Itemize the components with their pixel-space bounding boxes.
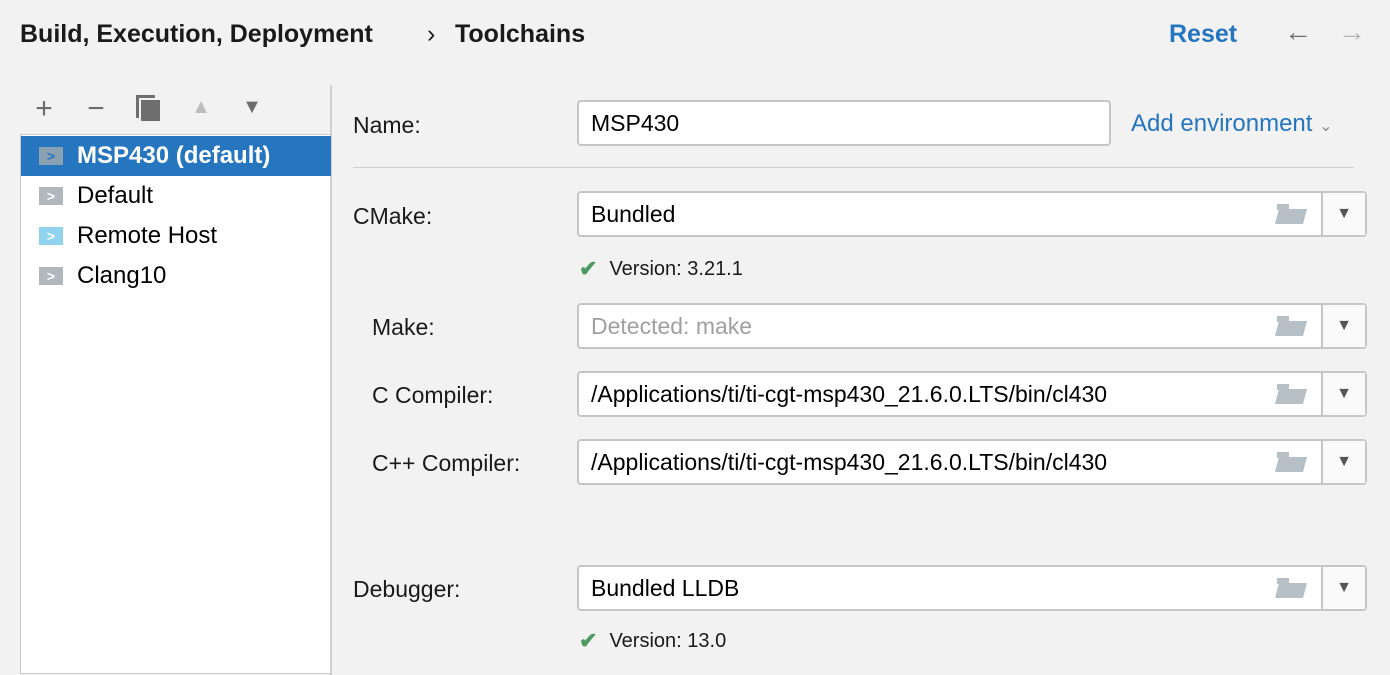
item-label: MSP430 (default) <box>77 142 270 170</box>
debugger-version-text: Version: 13.0 <box>609 630 726 653</box>
remove-icon[interactable]: − <box>79 92 113 126</box>
dropdown-arrow-icon[interactable]: ▼ <box>1321 193 1365 235</box>
debugger-label: Debugger: <box>353 576 460 603</box>
page-title: Toolchains <box>455 20 585 49</box>
move-down-icon[interactable]: ▼ <box>235 96 269 119</box>
toolchain-item-remote-host[interactable]: > Remote Host <box>21 216 331 256</box>
c-compiler-value: /Applications/ti/ti-cgt-msp430_21.6.0.LT… <box>579 381 1277 408</box>
cpp-compiler-value: /Applications/ti/ti-cgt-msp430_21.6.0.LT… <box>579 449 1277 476</box>
make-label: Make: <box>372 314 435 341</box>
dropdown-arrow-icon[interactable]: ▼ <box>1321 305 1365 347</box>
item-label: Clang10 <box>77 262 166 290</box>
cpp-compiler-label: C++ Compiler: <box>372 450 520 477</box>
item-label: Default <box>77 182 153 210</box>
dropdown-arrow-icon[interactable]: ▼ <box>1321 441 1365 483</box>
remote-host-icon: > <box>39 227 63 245</box>
make-field[interactable]: Detected: make ▼ <box>577 303 1367 349</box>
toolchain-icon: > <box>39 147 63 165</box>
dropdown-arrow-icon[interactable]: ▼ <box>1321 373 1365 415</box>
cmake-field[interactable]: Bundled ▼ <box>577 191 1367 237</box>
add-environment-label: Add environment <box>1131 110 1312 137</box>
reset-link[interactable]: Reset <box>1169 20 1237 49</box>
toolchain-item-default[interactable]: > Default <box>21 176 331 216</box>
cmake-version: ✔ Version: 3.21.1 <box>579 256 743 282</box>
dropdown-arrow-icon[interactable]: ▼ <box>1321 567 1365 609</box>
check-icon: ✔ <box>579 628 597 654</box>
back-arrow-icon[interactable]: ← <box>1284 16 1312 48</box>
separator <box>353 167 1354 168</box>
name-label: Name: <box>353 112 421 139</box>
add-icon[interactable]: + <box>27 92 61 126</box>
cpp-compiler-field[interactable]: /Applications/ti/ti-cgt-msp430_21.6.0.LT… <box>577 439 1367 485</box>
breadcrumb-parent[interactable]: Build, Execution, Deployment <box>20 20 373 49</box>
debugger-field[interactable]: Bundled LLDB ▼ <box>577 565 1367 611</box>
cmake-value: Bundled <box>579 201 1277 228</box>
debugger-value: Bundled LLDB <box>579 575 1277 602</box>
name-input[interactable]: MSP430 <box>577 100 1111 146</box>
forward-arrow-icon[interactable]: → <box>1338 16 1366 48</box>
cmake-version-text: Version: 3.21.1 <box>609 258 742 281</box>
name-value: MSP430 <box>579 110 1109 137</box>
toolchain-icon: > <box>39 187 63 205</box>
breadcrumb-separator: › <box>427 20 435 49</box>
copy-icon[interactable] <box>136 95 160 121</box>
item-label: Remote Host <box>77 222 217 250</box>
move-up-icon[interactable]: ▲ <box>184 96 218 119</box>
toolchain-icon: > <box>39 267 63 285</box>
add-environment-link[interactable]: Add environment ⌄ <box>1131 110 1333 138</box>
toolchain-item-clang10[interactable]: > Clang10 <box>21 256 331 296</box>
c-compiler-field[interactable]: /Applications/ti/ti-cgt-msp430_21.6.0.LT… <box>577 371 1367 417</box>
folder-icon[interactable] <box>1277 578 1307 598</box>
toolchain-list: >MSP430 (default) >Default >Remote Host … <box>20 134 330 674</box>
make-placeholder: Detected: make <box>579 313 1277 340</box>
folder-icon[interactable] <box>1277 452 1307 472</box>
toolchain-item-msp430[interactable]: > MSP430 (default) <box>21 136 331 176</box>
debugger-version: ✔ Version: 13.0 <box>579 628 726 654</box>
c-compiler-label: C Compiler: <box>372 382 493 409</box>
chevron-down-icon: ⌄ <box>1319 118 1332 135</box>
folder-icon[interactable] <box>1277 204 1307 224</box>
folder-icon[interactable] <box>1277 316 1307 336</box>
check-icon: ✔ <box>579 256 597 282</box>
folder-icon[interactable] <box>1277 384 1307 404</box>
cmake-label: CMake: <box>353 203 432 230</box>
